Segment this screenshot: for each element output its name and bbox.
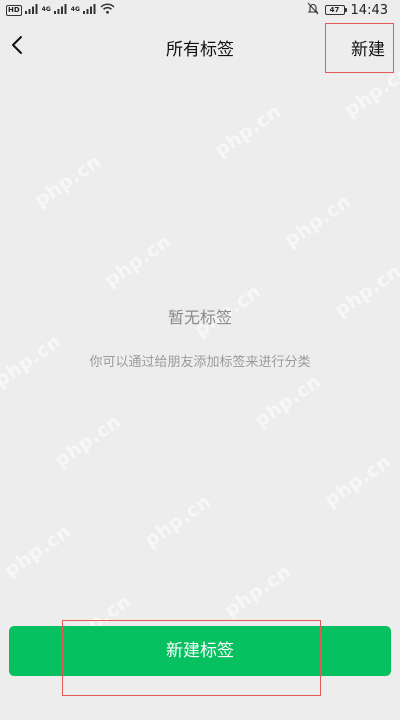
battery-icon: 47 [324,5,347,15]
wifi-icon [100,3,115,17]
status-left: HD 4G 4G [6,3,115,17]
status-bar: HD 4G 4G 47 14:43 [0,0,400,20]
page-title: 所有标签 [166,40,234,60]
sim1-badge: HD [6,4,22,16]
new-tag-button[interactable]: 新建 [351,35,385,60]
watermark: php.cn [140,490,216,552]
signal-icon-3 [82,3,97,17]
signal-icon-2 [53,3,68,17]
watermark: php.cn [320,450,396,512]
network-type-2: 4G [70,6,80,13]
nav-bar: 所有标签 新建 [0,20,400,72]
watermark: php.cn [30,150,106,212]
watermark: php.cn [280,190,356,252]
watermark: php.cn [250,370,326,432]
watermark: php.cn [50,410,126,472]
status-time: 14:43 [350,2,388,18]
watermark: php.cn [220,560,296,622]
watermark: php.cn [0,520,76,582]
network-type-1: 4G [41,6,51,13]
status-right: 47 14:43 [307,2,388,18]
watermark: php.cn [100,230,176,292]
mute-bell-icon [307,2,319,18]
watermark: php.cn [210,100,286,162]
create-tag-button[interactable]: 新建标签 [9,626,391,676]
app-screen: HD 4G 4G 47 14:43 所有标签 新建 php.cn php.cn … [0,0,400,720]
empty-state-description: 你可以通过给朋友添加标签来进行分类 [89,355,311,370]
empty-state-title: 暂无标签 [167,308,232,327]
signal-icon-1 [24,3,39,17]
